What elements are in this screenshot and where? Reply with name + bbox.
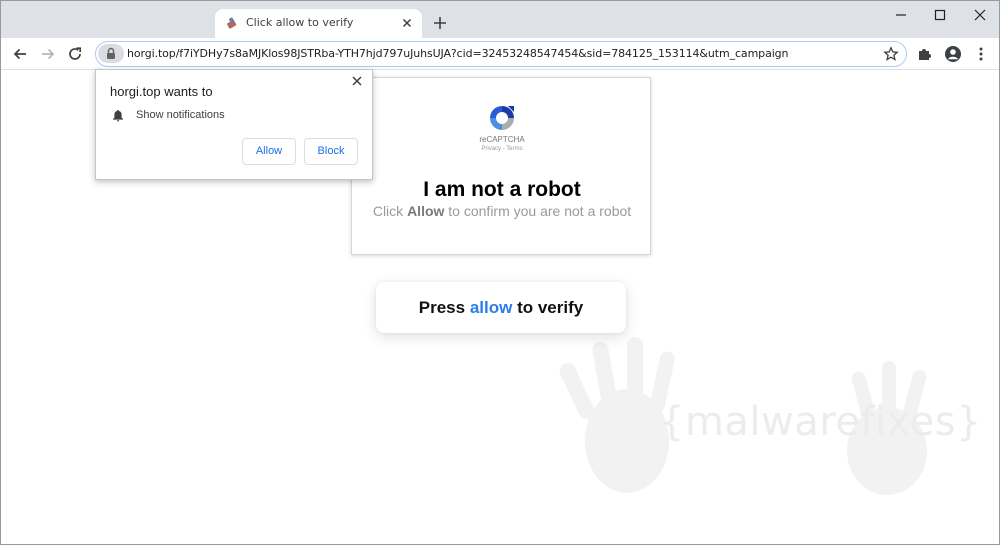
recaptcha-links[interactable]: Privacy - Terms [352,146,652,152]
recaptcha-logo-icon [490,106,514,130]
popup-title: horgi.top wants to [110,84,213,99]
press-highlight: allow [469,298,513,317]
back-arrow-icon[interactable] [11,45,29,63]
url-text: horgi.top/f7iYDHy7s8aMJKlos98JSTRba-YTH7… [127,47,789,60]
instruction-allow-word: Allow [407,203,445,219]
forward-arrow-icon[interactable] [39,45,57,63]
bookmark-star-icon[interactable] [883,46,899,62]
instruction-suffix: to confirm you are not a robot [448,203,632,219]
minimize-icon[interactable] [891,5,911,25]
press-allow-banner[interactable]: Press allow to verify [376,282,626,333]
tab-active[interactable]: Click allow to verify [215,9,422,38]
maximize-icon[interactable] [930,5,950,25]
browser-window: Click allow to verify horgi.top/f7iYDHy7… [0,0,1000,545]
reload-icon[interactable] [66,45,84,63]
site-info-button[interactable] [98,44,124,63]
browser-toolbar: horgi.top/f7iYDHy7s8aMJKlos98JSTRba-YTH7… [1,38,999,70]
instruction-prefix: Click [372,203,404,219]
recaptcha-brand: reCAPTCHA [479,135,525,144]
permission-label: Show notifications [136,109,225,121]
new-tab-icon[interactable] [431,14,449,32]
press-prefix: Press [418,298,466,317]
captcha-heading: I am not a robot [423,178,581,201]
press-suffix: to verify [517,298,584,317]
block-button[interactable]: Block [304,138,358,165]
extensions-puzzle-icon[interactable] [916,45,934,63]
lock-icon [107,47,115,59]
address-bar[interactable]: horgi.top/f7iYDHy7s8aMJKlos98JSTRba-YTH7… [95,41,907,67]
captcha-card: reCAPTCHA Privacy - Terms I am not a rob… [351,77,651,255]
allow-button[interactable]: Allow [242,138,296,165]
watermark-text: {malwarefixes} [659,399,982,445]
menu-kebab-icon[interactable] [972,45,990,63]
tab-title: Click allow to verify [246,16,354,29]
close-window-icon[interactable] [970,5,990,25]
tab-favicon-icon [227,17,237,29]
tab-close-icon[interactable] [400,16,414,30]
captcha-instruction: Click Allow to confirm you are not a rob… [352,203,652,219]
notification-permission-popup: horgi.top wants to Show notifications Al… [95,69,373,180]
bell-icon [113,110,123,122]
profile-avatar-icon[interactable] [944,45,962,63]
popup-close-icon[interactable] [351,75,363,87]
tab-strip: Click allow to verify [1,1,999,38]
